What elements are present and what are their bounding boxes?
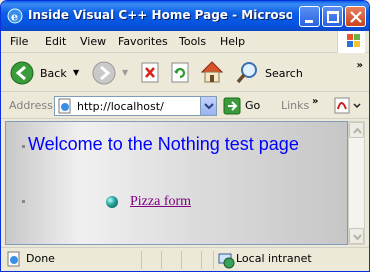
- refresh-icon: [171, 62, 189, 83]
- page-heading: Welcome to the Nothing test page: [28, 134, 299, 154]
- forward-arrow-icon: [92, 61, 116, 85]
- search-label: Search: [265, 67, 303, 80]
- standard-toolbar: Back ▼ ▼ Search »: [1, 54, 369, 92]
- address-label: Address: [9, 99, 53, 112]
- page-icon: [58, 98, 71, 114]
- links-label[interactable]: Links: [281, 99, 309, 112]
- toolbar-overflow-icon[interactable]: »: [357, 60, 363, 71]
- pizza-form-link[interactable]: Pizza form: [130, 194, 191, 210]
- back-button[interactable]: Back ▼: [7, 59, 87, 87]
- pdf-tool-icon[interactable]: [334, 97, 364, 115]
- chevron-down-icon: [204, 103, 214, 110]
- windows-flag-icon: [347, 34, 360, 47]
- chevron-up-icon: [353, 127, 362, 134]
- internet-explorer-icon: e: [7, 8, 23, 24]
- menu-favorites[interactable]: Favorites: [118, 35, 168, 48]
- page-done-icon: [7, 251, 20, 267]
- menu-help[interactable]: Help: [220, 35, 245, 48]
- maximize-button[interactable]: [322, 6, 343, 27]
- status-text: Done: [26, 252, 55, 265]
- close-button[interactable]: [345, 6, 366, 27]
- refresh-button[interactable]: [169, 59, 193, 87]
- scroll-down-button[interactable]: [349, 228, 364, 244]
- go-label: Go: [245, 99, 261, 112]
- menu-tools[interactable]: Tools: [179, 35, 206, 48]
- local-intranet-icon: [218, 253, 235, 269]
- back-dropdown-icon[interactable]: ▼: [73, 68, 79, 77]
- go-arrow-icon: [223, 97, 241, 115]
- page-content: Welcome to the Nothing test page Pizza f…: [5, 121, 348, 245]
- home-button[interactable]: [199, 59, 227, 87]
- browser-window: e Inside Visual C++ Home Page - Microsof…: [0, 0, 370, 272]
- address-dropdown-button[interactable]: [200, 97, 216, 115]
- back-label: Back: [40, 67, 67, 80]
- forward-button[interactable]: ▼: [91, 59, 131, 87]
- scroll-up-button[interactable]: [349, 122, 364, 138]
- minimize-icon: [305, 20, 313, 23]
- minimize-button[interactable]: [299, 6, 320, 27]
- bullet-icon: [22, 145, 25, 148]
- address-input[interactable]: http://localhost/: [54, 96, 217, 116]
- maximize-icon: [327, 11, 339, 23]
- search-icon: [236, 62, 257, 84]
- status-pane: [141, 251, 161, 269]
- status-pane: [181, 251, 201, 269]
- status-bar: Done Local intranet: [1, 247, 369, 271]
- close-icon: [350, 11, 362, 23]
- menu-edit[interactable]: Edit: [45, 35, 66, 48]
- zone-pane: Local intranet: [213, 251, 369, 269]
- menu-bar: File Edit View Favorites Tools Help: [1, 31, 369, 53]
- go-button[interactable]: Go: [223, 97, 271, 115]
- search-button[interactable]: Search: [235, 59, 307, 87]
- chevron-down-icon: [353, 234, 362, 241]
- status-pane: [201, 251, 211, 269]
- stop-button[interactable]: [139, 59, 163, 87]
- status-pane: [161, 251, 181, 269]
- bullet-icon: [22, 200, 25, 203]
- vertical-scrollbar[interactable]: [348, 121, 365, 245]
- title-bar[interactable]: e Inside Visual C++ Home Page - Microsof…: [1, 1, 369, 31]
- window-title: Inside Visual C++ Home Page - Microsoft: [28, 8, 292, 22]
- links-overflow-icon[interactable]: »: [312, 96, 318, 107]
- windows-logo: [337, 31, 365, 53]
- zone-label: Local intranet: [236, 252, 312, 265]
- forward-dropdown-icon[interactable]: ▼: [122, 68, 128, 77]
- address-url: http://localhost/: [77, 100, 164, 113]
- menu-view[interactable]: View: [80, 35, 106, 48]
- stop-icon: [141, 62, 159, 83]
- address-bar: Address http://localhost/ Go Links »: [1, 93, 369, 119]
- sphere-bullet-icon: [106, 196, 118, 208]
- menu-file[interactable]: File: [10, 35, 28, 48]
- home-icon: [200, 61, 224, 83]
- back-arrow-icon: [10, 61, 34, 85]
- svg-text:e: e: [11, 11, 18, 24]
